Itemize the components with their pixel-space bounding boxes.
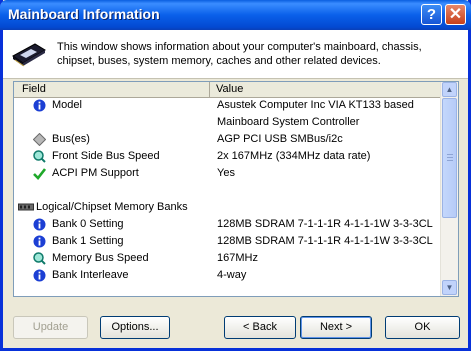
grid-row-acpi-pm-support[interactable]: ACPI PM Support Yes (14, 165, 442, 182)
grid-row-memory-banks-group[interactable]: Logical/Chipset Memory Banks (14, 199, 442, 216)
thumb-grip (447, 157, 453, 158)
speed-icon (33, 252, 46, 265)
info-grid[interactable]: Field Value Model Asustek Computer Inc V… (13, 81, 459, 297)
field-label: ACPI PM Support (52, 167, 139, 179)
field-label: Model (52, 99, 82, 111)
grid-row-memory-bus-speed[interactable]: Memory Bus Speed 167MHz (14, 250, 442, 267)
bus-icon (33, 133, 46, 146)
grid-row-model[interactable]: Model Asustek Computer Inc VIA KT133 bas… (14, 97, 442, 114)
group-label: Logical/Chipset Memory Banks (36, 201, 188, 213)
field-value: 128MB SDRAM 7-1-1-1R 4-1-1-1W 3-3-3CL (217, 218, 433, 230)
info-icon (33, 99, 46, 112)
value-column-header[interactable]: Value (216, 83, 243, 95)
mainboard-chip-icon (12, 43, 46, 67)
speed-icon (33, 150, 46, 163)
field-label: Bank 0 Setting (52, 218, 124, 230)
header-description: This window shows information about your… (57, 41, 422, 67)
thumb-grip (447, 154, 453, 155)
column-separator[interactable] (209, 82, 210, 97)
ok-button[interactable]: OK (385, 316, 460, 339)
grid-row-front-side-bus-speed[interactable]: Front Side Bus Speed 2x 167MHz (334MHz d… (14, 148, 442, 165)
memory-icon (18, 203, 34, 211)
field-label: Front Side Bus Speed (52, 150, 160, 162)
grid-row-bank-interleave[interactable]: Bank Interleave 4-way (14, 267, 442, 284)
field-value: AGP PCI USB SMBus/i2c (217, 133, 343, 145)
field-value: 128MB SDRAM 7-1-1-1R 4-1-1-1W 3-3-3CL (217, 235, 433, 247)
scroll-down-button[interactable]: ▼ (442, 280, 457, 295)
field-label: Memory Bus Speed (52, 252, 149, 264)
close-button[interactable]: ✕ (445, 4, 466, 25)
update-button[interactable]: Update (13, 316, 88, 339)
field-value: 2x 167MHz (334MHz data rate) (217, 150, 371, 162)
window-title: Mainboard Information (8, 6, 160, 22)
header-panel: This window shows information about your… (3, 30, 468, 79)
mainboard-information-window: Mainboard Information ? ✕ This window sh… (0, 0, 471, 351)
vertical-scrollbar[interactable]: ▲ ▼ (440, 82, 458, 296)
grid-row-bank-0-setting[interactable]: Bank 0 Setting 128MB SDRAM 7-1-1-1R 4-1-… (14, 216, 442, 233)
field-value: 167MHz (217, 252, 258, 264)
field-value: Mainboard System Controller (217, 116, 360, 128)
field-label: Bus(es) (52, 133, 90, 145)
title-bar[interactable]: Mainboard Information ? ✕ (0, 0, 471, 30)
help-button[interactable]: ? (421, 4, 442, 25)
scroll-up-button[interactable]: ▲ (442, 82, 457, 97)
checkmark-icon (33, 168, 46, 180)
info-icon (33, 218, 46, 231)
thumb-grip (447, 160, 453, 161)
field-value: Yes (217, 167, 235, 179)
back-button[interactable]: < Back (224, 316, 296, 339)
info-icon (33, 269, 46, 282)
grid-row-bank-1-setting[interactable]: Bank 1 Setting 128MB SDRAM 7-1-1-1R 4-1-… (14, 233, 442, 250)
info-icon (33, 235, 46, 248)
field-column-header[interactable]: Field (22, 83, 46, 95)
options-button[interactable]: Options... (100, 316, 170, 339)
grid-row-buses[interactable]: Bus(es) AGP PCI USB SMBus/i2c (14, 131, 442, 148)
column-header: Field Value (14, 82, 442, 98)
next-button[interactable]: Next > (300, 316, 372, 339)
field-value: Asustek Computer Inc VIA KT133 based (217, 99, 414, 111)
field-value: 4-way (217, 269, 247, 281)
grid-row-model-continued[interactable]: Mainboard System Controller (14, 114, 442, 131)
field-label: Bank Interleave (52, 269, 129, 281)
field-label: Bank 1 Setting (52, 235, 124, 247)
scroll-thumb[interactable] (442, 98, 457, 218)
